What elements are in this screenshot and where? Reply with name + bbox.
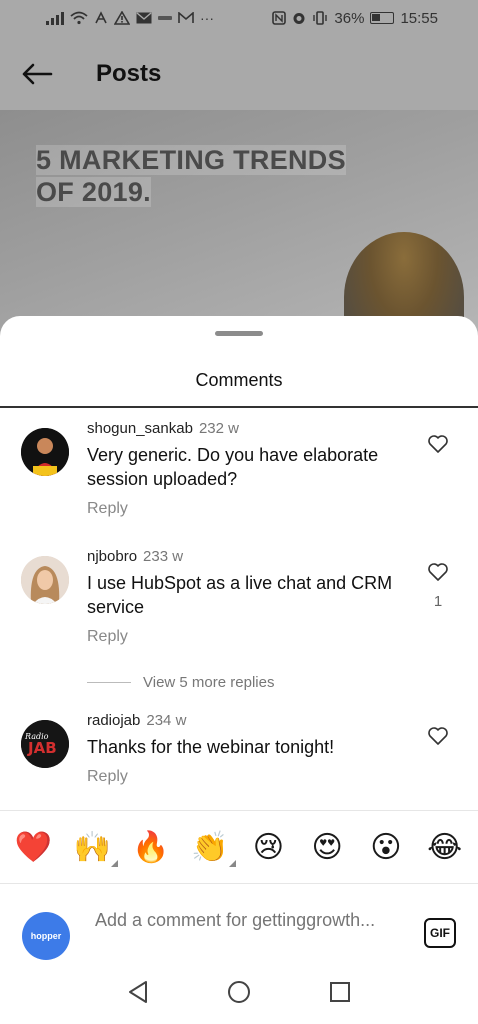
comment-meta: radiojab 234 w [87, 712, 407, 729]
emoji-glyph: 🔥 [132, 829, 170, 865]
sheet-drag-handle[interactable] [215, 331, 263, 336]
arrow-left-icon[interactable] [20, 57, 54, 91]
fire-emoji[interactable]: 🔥 [129, 830, 173, 865]
comment-username[interactable]: njbobro [87, 548, 137, 565]
more-replies-label: View 5 more replies [143, 674, 275, 691]
sheet-title: Comments [195, 370, 283, 390]
comment-time: 233 w [143, 548, 184, 565]
avatar-text: JAB [27, 739, 57, 757]
reply-button[interactable]: Reply [87, 500, 407, 518]
tears-of-joy-emoji[interactable]: 😂 [423, 830, 467, 865]
surprised-face-emoji[interactable]: 😮 [364, 830, 408, 865]
reply-button[interactable]: Reply [87, 768, 407, 786]
post-headline-line-1: 5 MARKETING TRENDS [36, 145, 346, 175]
gmail-icon [178, 12, 194, 23]
sheet-divider [0, 406, 478, 408]
alarm-icon [293, 13, 305, 24]
avatar[interactable] [21, 428, 69, 476]
comment-meta: njbobro 233 w [87, 548, 407, 565]
nfc-icon [272, 11, 287, 25]
signal-icon [46, 11, 64, 25]
skin-tone-indicator [228, 859, 236, 867]
emoji-glyph: 😍 [311, 829, 343, 865]
comment-text: Very generic. Do you have elaborate sess… [87, 445, 379, 489]
heart-eyes-emoji[interactable]: 😍 [305, 830, 349, 865]
emoji-glyph: 😢 [252, 829, 285, 865]
comment-body: shogun_sankab 232 w Very generic. Do you … [87, 420, 407, 518]
emoji-glyph: 😂 [427, 829, 463, 865]
nav-home-icon[interactable] [226, 979, 252, 1005]
comment-input[interactable] [95, 908, 405, 956]
comment-text: I use HubSpot as a live chat and CRM ser… [87, 573, 393, 617]
header: Posts [0, 38, 478, 110]
emoji-glyph: 🙌 [73, 829, 111, 865]
skin-tone-indicator [111, 859, 119, 867]
comment-username[interactable]: shogun_sankab [87, 420, 193, 437]
comments-sheet: Comments shogun_sankab 232 w Very generic… [0, 316, 478, 1024]
raising-hands-emoji[interactable]: 🙌 [70, 829, 119, 867]
clock-time: 15:55 [400, 9, 438, 27]
clapping-hands-emoji[interactable]: 👏 [188, 829, 236, 867]
more-replies-line [87, 682, 131, 683]
view-more-replies-button[interactable]: View 5 more replies [87, 674, 274, 691]
comment-body: njbobro 233 w I use HubSpot as a live cha… [87, 548, 407, 646]
comment-username[interactable]: radiojab [87, 712, 140, 729]
like-count: 1 [433, 593, 443, 610]
comment-text: Thanks for the webinar tonight! [87, 737, 335, 757]
vibrate-icon [313, 11, 328, 25]
heart-outline-icon [428, 563, 448, 581]
mail-icon [136, 12, 152, 24]
warning-icon [114, 11, 130, 25]
usb-icon [95, 11, 107, 24]
comment-time: 234 w [146, 712, 187, 729]
nav-back-icon[interactable] [126, 979, 150, 1005]
emoji-glyph: 👏 [190, 829, 229, 865]
like-button[interactable] [426, 726, 450, 757]
avatar[interactable] [21, 556, 69, 604]
status-right-icons: 36% 15:55 [272, 10, 438, 27]
gif-button[interactable]: GIF [424, 918, 456, 948]
small-icon [158, 16, 172, 20]
post-headline-line-2: OF 2019. [36, 177, 151, 207]
crying-face-emoji[interactable]: 😢 [246, 830, 290, 865]
status-left-icons: ··· [46, 10, 214, 26]
heart-outline-icon [428, 727, 448, 745]
like-button[interactable] [426, 434, 450, 465]
my-avatar-text: hopper [30, 931, 62, 941]
wifi-icon [70, 11, 88, 25]
comment-time: 232 w [198, 420, 239, 437]
comment-meta: shogun_sankab 232 w [87, 420, 407, 437]
comment-body: radiojab 234 w Thanks for the webinar ton… [87, 712, 407, 786]
avatar[interactable]: Radio JAB [21, 720, 69, 768]
like-button[interactable]: 1 [426, 562, 450, 610]
status-bar: ··· 36% 15:55 [0, 0, 478, 36]
post-headline: 5 MARKETING TRENDS OF 2019. [36, 144, 396, 208]
my-avatar: hopper [22, 912, 70, 960]
heart-outline-icon [428, 435, 448, 453]
battery-icon [370, 12, 395, 24]
page-title: Posts [96, 60, 162, 87]
reply-button[interactable]: Reply [87, 628, 407, 646]
emoji-glyph: 😮 [370, 829, 402, 865]
more-icon: ··· [200, 10, 214, 26]
battery-percent: 36% [334, 9, 365, 27]
post-preview: 5 MARKETING TRENDS OF 2019. [0, 110, 478, 340]
red-heart-emoji[interactable]: ❤️ [11, 830, 55, 865]
system-nav-bar [0, 960, 478, 1024]
emoji-quick-bar: ❤️ 🙌 🔥 👏 😢 😍 😮 😂 [0, 810, 478, 884]
nav-recents-icon[interactable] [328, 980, 352, 1004]
emoji-glyph: ❤️ [14, 829, 53, 865]
